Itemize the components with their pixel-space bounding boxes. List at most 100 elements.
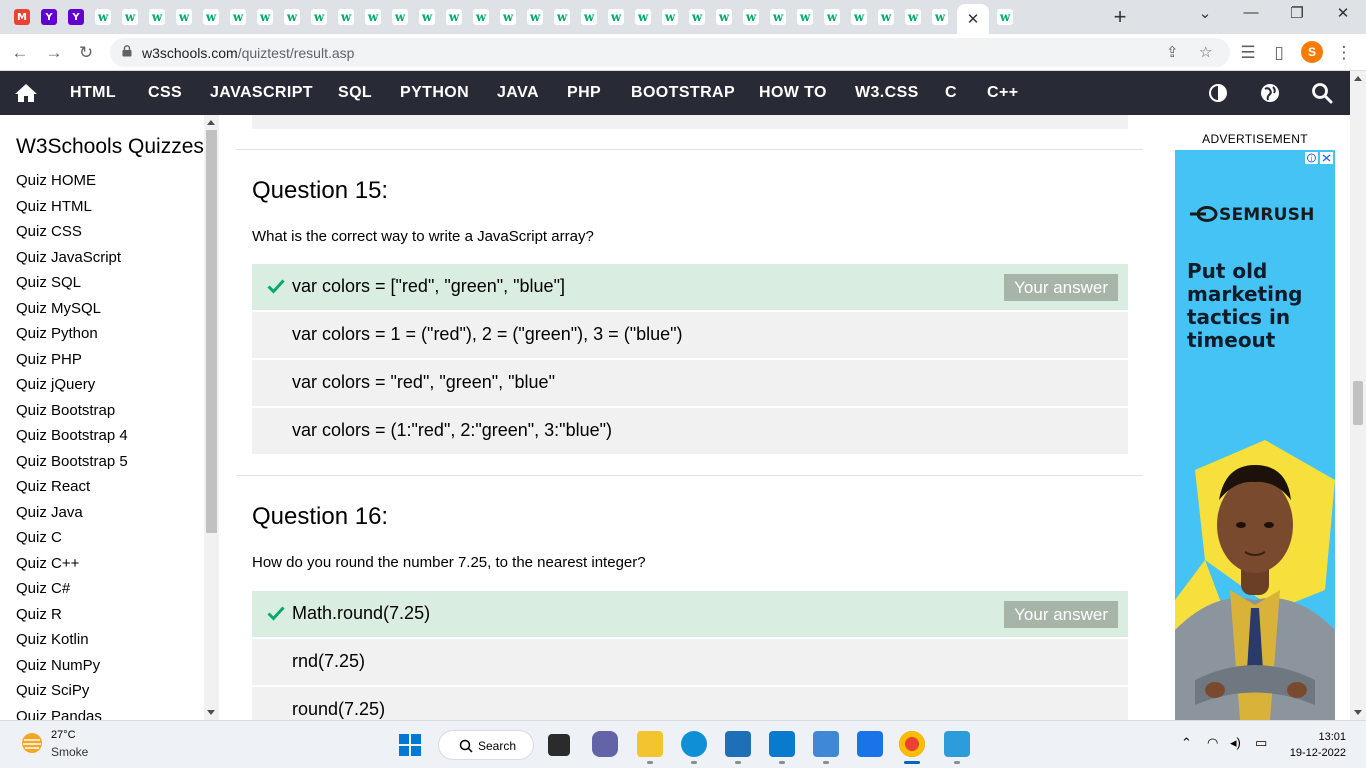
sidebar-item-quiz-python[interactable]: Quiz Python xyxy=(16,325,98,342)
back-icon[interactable]: ← xyxy=(8,41,32,65)
nav-python[interactable]: PYTHON xyxy=(400,84,469,102)
browser-tab[interactable]: w xyxy=(415,6,439,28)
new-tab-button[interactable]: + xyxy=(1108,5,1132,29)
nav-php[interactable]: PHP xyxy=(567,84,601,102)
browser-tab[interactable]: w xyxy=(361,6,385,28)
browser-tab[interactable]: M xyxy=(10,6,34,28)
minimize-icon[interactable]: — xyxy=(1236,4,1266,21)
sidebar-scroll-thumb[interactable] xyxy=(206,130,217,533)
store-icon[interactable] xyxy=(725,731,751,757)
sidebar-item-quiz-sql[interactable]: Quiz SQL xyxy=(16,274,81,291)
nav-css[interactable]: CSS xyxy=(148,84,182,102)
sidebar-item-quiz-mysql[interactable]: Quiz MySQL xyxy=(16,300,101,317)
sidebar-item-quiz-home[interactable]: Quiz HOME xyxy=(16,172,96,189)
dark-mode-icon[interactable] xyxy=(1207,82,1229,104)
volume-icon[interactable]: ◂) xyxy=(1230,735,1241,751)
sidebar-item-quiz-kotlin[interactable]: Quiz Kotlin xyxy=(16,631,89,648)
share-icon[interactable]: ⇪ xyxy=(1166,43,1179,61)
browser-tab[interactable]: w xyxy=(604,6,628,28)
home-icon[interactable] xyxy=(14,82,38,104)
browser-tab[interactable]: w xyxy=(91,6,115,28)
browser-tab[interactable]: Y xyxy=(37,6,61,28)
vscode-icon[interactable] xyxy=(769,731,795,757)
browser-tab[interactable]: w xyxy=(253,6,277,28)
sidebar-item-quiz-php[interactable]: Quiz PHP xyxy=(16,351,82,368)
browser-tab[interactable]: w xyxy=(334,6,358,28)
close-window-icon[interactable]: ✕ xyxy=(1328,4,1358,22)
browser-tab[interactable]: w xyxy=(685,6,709,28)
nav-c[interactable]: C xyxy=(945,84,957,102)
scroll-down-icon[interactable] xyxy=(207,710,215,715)
nav-java[interactable]: JAVA xyxy=(497,84,539,102)
sidebar-item-quiz-c-[interactable]: Quiz C# xyxy=(16,580,70,597)
battery-icon[interactable]: ▭ xyxy=(1255,735,1267,751)
browser-tab[interactable]: w xyxy=(469,6,493,28)
browser-tab[interactable]: w xyxy=(820,6,844,28)
forward-icon[interactable]: → xyxy=(42,41,66,65)
profile-avatar[interactable]: S xyxy=(1301,41,1323,63)
sidebar-item-quiz-java[interactable]: Quiz Java xyxy=(16,504,83,521)
globe-icon[interactable] xyxy=(1259,82,1281,104)
address-bar[interactable]: w3schools.com/quiztest/result.asp ⇪ ☆ xyxy=(110,38,1230,67)
reload-icon[interactable]: ↻ xyxy=(74,41,98,65)
wifi-icon[interactable]: ◠ xyxy=(1207,735,1218,751)
reading-list-icon[interactable]: ☰ xyxy=(1236,41,1260,65)
sidebar-item-quiz-jquery[interactable]: Quiz jQuery xyxy=(16,376,95,393)
mail-icon[interactable] xyxy=(857,731,883,757)
chrome-icon[interactable] xyxy=(899,731,925,757)
nav-sql[interactable]: SQL xyxy=(338,84,372,102)
browser-tab[interactable]: w xyxy=(766,6,790,28)
browser-tab[interactable]: w xyxy=(496,6,520,28)
weather-smoke-icon[interactable] xyxy=(20,731,44,755)
browser-tab[interactable]: w xyxy=(658,6,682,28)
tab-active[interactable]: ✕ xyxy=(957,4,989,34)
sidebar-item-quiz-c[interactable]: Quiz C xyxy=(16,529,62,546)
browser-tab[interactable]: w xyxy=(631,6,655,28)
browser-tab[interactable]: w xyxy=(118,6,142,28)
browser-tab[interactable]: w xyxy=(442,6,466,28)
sidebar-item-quiz-bootstrap-5[interactable]: Quiz Bootstrap 5 xyxy=(16,453,128,470)
browser-tab[interactable]: w xyxy=(928,6,952,28)
teams-chat-icon[interactable] xyxy=(592,731,618,757)
tray-chevron-icon[interactable]: ⌃ xyxy=(1181,735,1192,751)
sidebar-item-quiz-react[interactable]: Quiz React xyxy=(16,478,90,495)
nav-bootstrap[interactable]: BOOTSTRAP xyxy=(631,84,735,102)
sidebar-item-quiz-bootstrap[interactable]: Quiz Bootstrap xyxy=(16,402,115,419)
browser-tab[interactable]: w xyxy=(226,6,250,28)
edge-icon[interactable] xyxy=(681,731,707,757)
bookmark-star-icon[interactable]: ☆ xyxy=(1199,43,1212,61)
browser-tab[interactable]: w xyxy=(793,6,817,28)
browser-tab[interactable]: w xyxy=(901,6,925,28)
nav-html[interactable]: HTML xyxy=(70,84,116,102)
sidebar-scrollbar[interactable] xyxy=(204,115,219,720)
browser-tab[interactable]: w xyxy=(307,6,331,28)
photos-icon[interactable] xyxy=(944,731,970,757)
ad-close-icon[interactable]: i xyxy=(1305,152,1333,164)
browser-tab[interactable]: w xyxy=(993,6,1017,28)
nav-how-to[interactable]: HOW TO xyxy=(759,84,827,102)
browser-tab[interactable]: w xyxy=(577,6,601,28)
sidebar-item-quiz-javascript[interactable]: Quiz JavaScript xyxy=(16,249,121,266)
task-view-icon[interactable] xyxy=(548,734,570,756)
browser-tab[interactable]: w xyxy=(847,6,871,28)
browser-tab[interactable]: w xyxy=(172,6,196,28)
restore-icon[interactable]: ❐ xyxy=(1282,4,1312,22)
tab-search-icon[interactable]: ⌄ xyxy=(1190,4,1220,22)
taskbar-search[interactable]: Search xyxy=(438,730,534,760)
browser-tab[interactable]: w xyxy=(199,6,223,28)
sidebar-item-quiz-html[interactable]: Quiz HTML xyxy=(16,198,92,215)
sidebar-item-quiz-scipy[interactable]: Quiz SciPy xyxy=(16,682,89,699)
ad-banner[interactable]: i SEMRUSH Put old marketing tactics in t… xyxy=(1175,150,1335,720)
close-tab-icon[interactable]: ✕ xyxy=(967,10,980,28)
scroll-up-icon[interactable] xyxy=(207,120,215,125)
sidebar-item-quiz-bootstrap-4[interactable]: Quiz Bootstrap 4 xyxy=(16,427,128,444)
side-panel-icon[interactable]: ▯ xyxy=(1267,41,1291,65)
sidebar-item-quiz-numpy[interactable]: Quiz NumPy xyxy=(16,657,100,674)
page-scrollbar[interactable] xyxy=(1350,71,1366,720)
sidebar-item-quiz-c-[interactable]: Quiz C++ xyxy=(16,555,79,572)
page-scroll-thumb[interactable] xyxy=(1353,381,1363,425)
clock[interactable]: 13:01 19-12-2022 xyxy=(1290,729,1346,761)
nav-cpp[interactable]: C++ xyxy=(987,84,1018,102)
sidebar-item-quiz-css[interactable]: Quiz CSS xyxy=(16,223,82,240)
browser-tab[interactable]: Y xyxy=(64,6,88,28)
